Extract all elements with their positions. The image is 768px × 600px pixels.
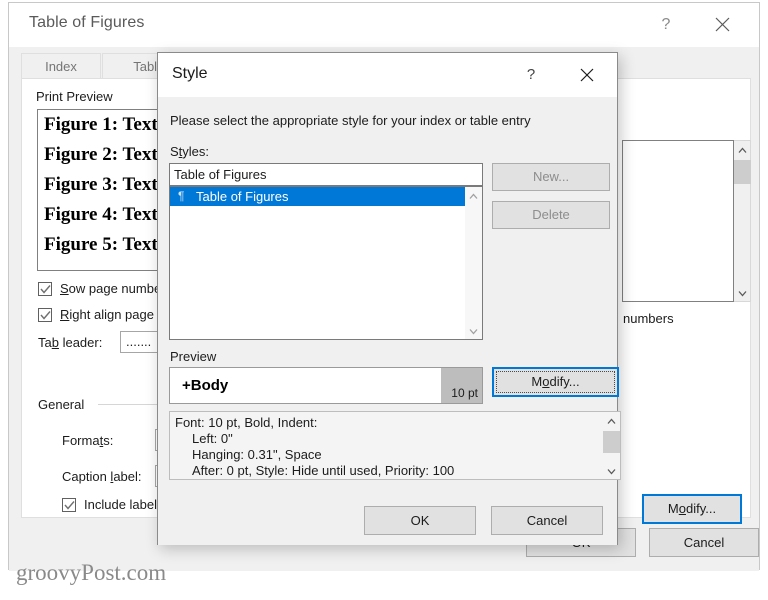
help-question-icon[interactable]: ? xyxy=(517,62,545,88)
style-dialog-body: Please select the appropriate style for … xyxy=(158,97,621,545)
close-x-icon[interactable] xyxy=(705,11,739,39)
preview-font-name: +Body xyxy=(182,377,229,394)
web-preview-scrollbar[interactable] xyxy=(734,140,751,302)
style-ok-button[interactable]: OK xyxy=(364,506,476,535)
desc-line: After: 0 pt, Style: Hide until used, Pri… xyxy=(192,463,455,478)
screen-root: Table of Figures ? Index Table of Print xyxy=(0,0,768,600)
print-preview-entry: Figure 5: Text . xyxy=(44,234,168,255)
tab-index[interactable]: Index xyxy=(21,53,101,79)
style-modify-button[interactable]: Modify... xyxy=(492,367,619,397)
checkbox-box xyxy=(38,282,52,296)
scroll-down-icon[interactable] xyxy=(465,322,482,339)
styles-list[interactable]: ¶ Table of Figures xyxy=(169,186,483,340)
desc-line: Left: 0" xyxy=(192,431,233,446)
caption-label-label: Caption label: xyxy=(62,469,142,484)
pilcrow-icon: ¶ xyxy=(178,189,185,203)
right-align-page-numbers-label: Right align page n xyxy=(60,307,165,322)
style-description-scrollbar[interactable] xyxy=(603,412,620,479)
main-dialog-titlebar: Table of Figures ? xyxy=(9,3,759,47)
style-preview-box: +Body 10 pt xyxy=(169,367,483,404)
style-ok-label: OK xyxy=(410,513,430,528)
scroll-up-icon[interactable] xyxy=(603,412,620,429)
new-style-label: New... xyxy=(532,169,570,184)
print-preview-entry: Figure 2: Text . xyxy=(44,144,168,165)
styles-list-inner: ¶ Table of Figures xyxy=(170,187,465,339)
style-dialog-title: Style xyxy=(172,65,208,82)
style-description-text: Font: 10 pt, Bold, Indent: Left: 0" Hang… xyxy=(175,415,600,479)
help-question-icon[interactable]: ? xyxy=(651,11,681,39)
style-preview-label: Preview xyxy=(170,349,217,364)
scrollbar-thumb[interactable] xyxy=(734,160,751,184)
style-description-box: Font: 10 pt, Bold, Indent: Left: 0" Hang… xyxy=(169,411,621,480)
watermark: groovyPost.com xyxy=(16,560,167,585)
checkbox-box xyxy=(38,308,52,322)
web-preview-numbers-label: numbers xyxy=(623,311,674,326)
main-dialog-title: Table of Figures xyxy=(29,14,145,31)
general-group-label: General xyxy=(38,397,85,412)
style-cancel-button[interactable]: Cancel xyxy=(491,506,603,535)
scroll-down-icon[interactable] xyxy=(734,284,751,301)
style-list-item-label: Table of Figures xyxy=(196,189,289,204)
preview-font-size-chip: 10 pt xyxy=(441,368,482,403)
print-preview-label: Print Preview xyxy=(36,89,113,104)
style-dialog-titlebar: Style ? xyxy=(158,53,617,97)
style-list-item[interactable]: ¶ Table of Figures xyxy=(170,187,465,206)
preview-font-size: 10 pt xyxy=(451,386,478,400)
print-preview-entry: Figure 3: Text . xyxy=(44,174,168,195)
scroll-down-icon[interactable] xyxy=(603,462,620,479)
styles-label: Styles: xyxy=(170,144,210,159)
new-style-button[interactable]: New... xyxy=(492,163,610,191)
style-modify-label: Modify... xyxy=(531,374,580,389)
delete-style-button[interactable]: Delete xyxy=(492,201,610,229)
style-cancel-label: Cancel xyxy=(526,513,568,528)
styles-input[interactable]: Table of Figures xyxy=(169,163,483,186)
close-x-icon[interactable] xyxy=(571,62,603,88)
checkbox-box xyxy=(62,498,76,512)
print-preview-entry: Figure 1: Text . xyxy=(44,114,168,135)
scroll-up-icon[interactable] xyxy=(465,187,482,204)
formats-label: Formats: xyxy=(62,433,114,448)
scroll-up-icon[interactable] xyxy=(734,141,751,158)
desc-line: Font: 10 pt, Bold, Indent: xyxy=(175,415,318,430)
print-preview-entry: Figure 4: Text . xyxy=(44,204,168,225)
main-modify-label: Modify... xyxy=(667,501,717,516)
desc-line: Hanging: 0.31", Space xyxy=(192,447,322,462)
web-preview-box xyxy=(622,140,734,302)
main-modify-button[interactable]: Modify... xyxy=(642,494,742,524)
scrollbar-thumb[interactable] xyxy=(603,431,620,453)
main-cancel-label: Cancel xyxy=(683,535,725,550)
show-page-numbers-label: Sow page numbe xyxy=(60,281,162,296)
style-dialog: Style ? Please select the appropriate st… xyxy=(157,52,621,545)
tab-leader-label: Tab leader: xyxy=(38,335,103,350)
styles-list-scrollbar[interactable] xyxy=(465,187,482,339)
style-instruction-text: Please select the appropriate style for … xyxy=(170,113,531,128)
main-cancel-button[interactable]: Cancel xyxy=(649,528,759,557)
delete-style-label: Delete xyxy=(532,207,570,222)
